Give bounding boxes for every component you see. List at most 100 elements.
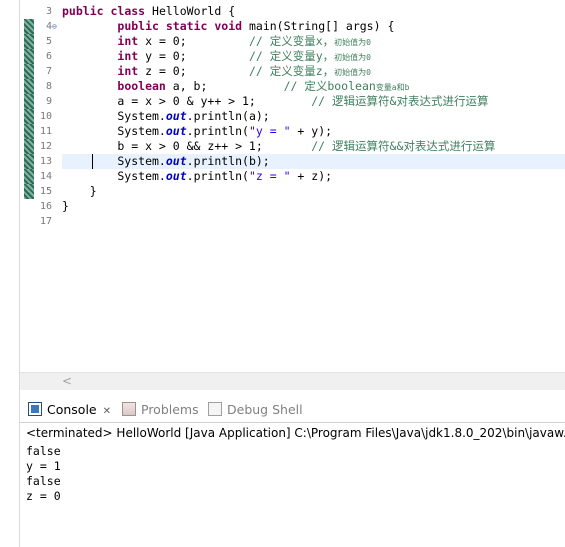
string-token: "y = " [248,124,291,138]
line-number-text: 3 [45,6,52,17]
keyword-token: boolean [117,79,166,93]
change-marker [24,79,34,94]
keyword-token: public [117,19,159,33]
console-view[interactable]: Console ✕ Problems Debug Shell <terminate… [20,396,565,547]
line-number: 6 [34,49,52,64]
tab-problems[interactable]: Problems [122,400,199,420]
line-number: 9 [34,94,52,109]
code-token: .println(a); [186,109,270,123]
console-output-line: false [26,474,61,488]
keyword-token: class [110,4,146,18]
change-marker [24,184,34,199]
code-token: b = x > 0 && z++ > 1; [62,139,312,153]
line-number: 17 [34,214,52,229]
code-line[interactable]: } [62,184,565,199]
field-token: out [165,124,187,138]
code-editor[interactable]: 2 3 4⊖ 5 6 7 8 9 10 11 12 13 14 15 16 17 public class H… [20,0,565,370]
code-token: x = 0; [138,34,249,48]
code-line[interactable]: a = x > 0 & y++ > 1; // 逻辑运算符&对表达式进行运算 [62,94,565,109]
field-token: out [165,154,187,168]
line-number: 7 [34,64,52,79]
code-token: + z); [290,169,333,183]
line-number: 15 [34,184,52,199]
code-token: y = 0; [138,49,249,63]
close-icon[interactable]: ✕ [103,406,111,417]
line-number-text: 7 [45,66,52,77]
tab-problems-label: Problems [141,402,199,417]
change-marker [24,94,34,109]
text-caret [92,154,93,169]
tab-console-label: Console [47,402,97,417]
code-token: .println(b); [186,154,270,168]
code-line[interactable]: System.out.println("y = " + y); [62,124,565,139]
line-number-text: 15 [39,186,52,197]
editor-horizontal-scrollbar[interactable]: < [20,372,565,390]
change-marker [24,64,34,79]
line-number-text: 16 [39,201,52,212]
code-token: System. [62,154,166,168]
line-number-text: 9 [45,96,52,107]
code-line[interactable]: System.out.println("z = " + z); [62,169,565,184]
tab-debug-shell-label: Debug Shell [227,402,303,417]
field-token: out [165,169,187,183]
code-line[interactable]: boolean a, b; // 定义boolean变量a和b [62,79,565,94]
comment-token: // 定义变量z， [248,64,335,78]
code-token: System. [62,109,166,123]
line-number: 10 [34,109,52,124]
keyword-token: static [165,19,208,33]
terminated-status: <terminated> HelloWorld [Java Applicatio… [26,426,565,440]
string-token: "z = " [248,169,291,183]
change-marker [24,109,34,124]
code-token: HelloWorld { [145,4,236,18]
code-token: System. [62,169,166,183]
line-number: 16 [34,199,52,214]
code-line[interactable]: int z = 0; // 定义变量z，初始值为0 [62,64,565,79]
field-token: out [165,109,187,123]
line-number-text: 14 [39,171,52,182]
code-line[interactable]: System.out.println(b); [62,154,565,169]
comment-token: 初始值为0 [334,53,371,62]
code-line[interactable]: public class HelloWorld { [62,4,565,19]
change-marker [24,124,34,139]
comment-token: // 逻辑运算符&对表达式进行运算 [311,94,489,108]
line-number: 3 [34,4,52,19]
console-icon [28,402,42,416]
code-line[interactable]: int y = 0; // 定义变量y，初始值为0 [62,49,565,64]
keyword-token: int [117,64,139,78]
code-token: a, b; [165,79,284,93]
code-line[interactable]: } [62,199,565,214]
change-marker [24,169,34,184]
line-number-text: 12 [39,141,52,152]
line-number: 11 [34,124,52,139]
code-token: } [62,199,69,213]
tab-console[interactable]: Console ✕ [28,400,111,420]
line-number-text: 17 [39,216,52,227]
code-line[interactable]: System.out.println(a); [62,109,565,124]
change-marker [24,49,34,64]
keyword-token: void [214,19,243,33]
fold-collapse-icon[interactable]: ⊖ [52,19,57,34]
tab-debug-shell[interactable]: Debug Shell [208,400,303,420]
code-token: .println( [186,169,249,183]
debug-shell-icon [208,402,222,416]
code-line[interactable]: b = x > 0 && z++ > 1; // 逻辑运算符&&对表达式进行运算 [62,139,565,154]
view-tab-bar: Console ✕ Problems Debug Shell [20,396,565,423]
scroll-left-icon[interactable]: < [62,374,72,388]
code-line[interactable]: public static void main(String[] args) { [62,19,565,34]
comment-token: // 逻辑运算符&&对表达式进行运算 [311,139,496,153]
code-token: System. [62,124,166,138]
line-number-text: 8 [45,81,52,92]
code-line[interactable]: int x = 0; // 定义变量x，初始值为0 [62,34,565,49]
change-marker [24,34,34,49]
line-number-text: 2 [46,0,52,2]
code-token: main(String[] args) { [242,19,395,33]
line-number: 8 [34,79,52,94]
comment-token: 变量a和b [375,83,410,92]
code-token: a = x > 0 & y++ > 1; [62,94,312,108]
line-number-text: 5 [45,36,52,47]
